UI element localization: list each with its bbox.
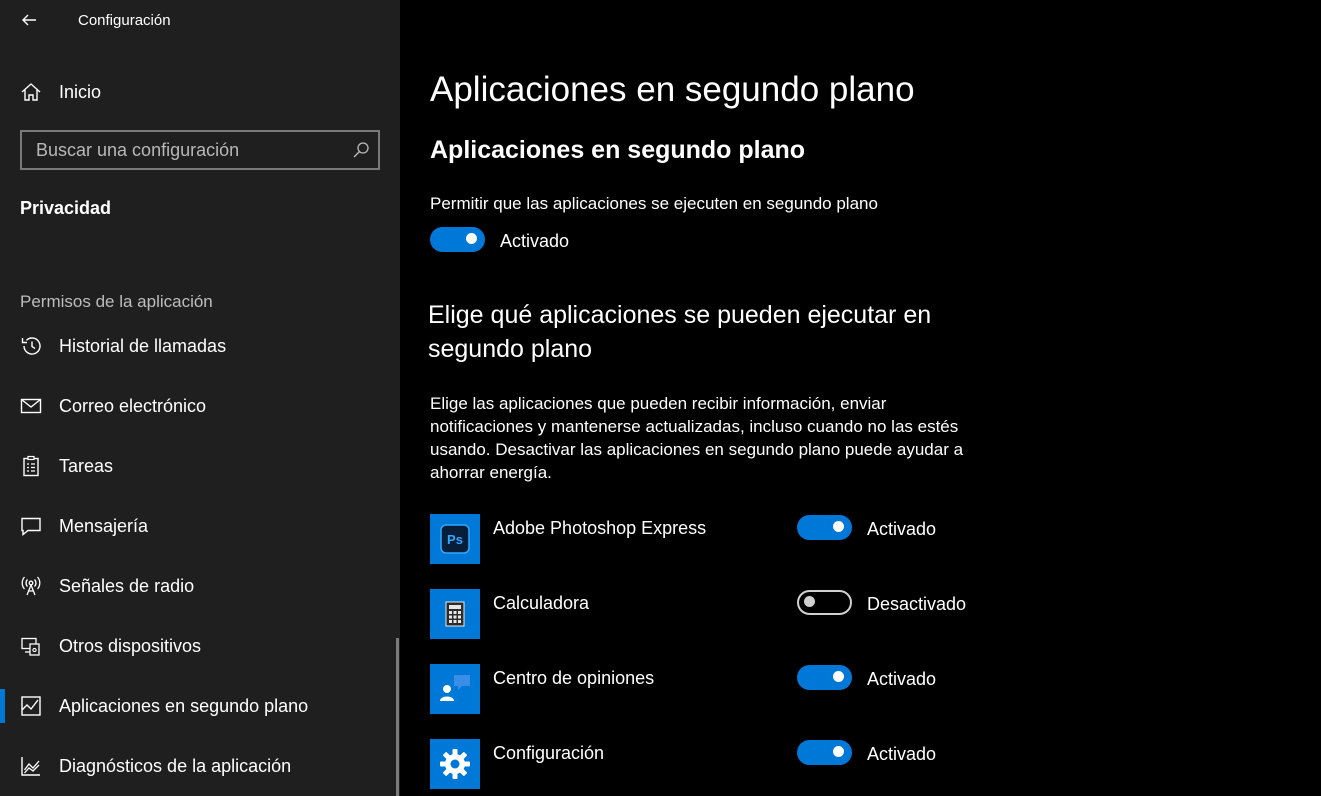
toggle-knob (833, 746, 844, 757)
calculator-icon (445, 601, 465, 627)
sidebar-item-call-history[interactable]: Historial de llamadas (0, 321, 396, 371)
window-title: Configuración (78, 12, 171, 29)
allow-background-state: Activado (500, 231, 570, 251)
sidebar-item-messaging[interactable]: Mensajería (0, 501, 396, 551)
app-tile: Ps (430, 514, 480, 564)
sidebar-item-tasks[interactable]: Tareas (0, 441, 396, 491)
app-tile (430, 739, 480, 789)
app-background-toggle[interactable] (797, 740, 852, 765)
back-arrow-icon (22, 14, 36, 26)
sidebar-item-email[interactable]: Correo electrónico (0, 381, 396, 431)
app-toggle-state: Activado (867, 744, 937, 764)
sidebar-item-label: Correo electrónico (59, 396, 207, 416)
search-input[interactable] (22, 132, 342, 168)
app-row: Calculadora Desactivado (430, 589, 990, 639)
app-row: Configuración Activado (430, 739, 990, 789)
home-icon (21, 83, 41, 101)
sidebar-item-background-apps[interactable]: Aplicaciones en segundo plano (0, 681, 396, 731)
app-name: Centro de opiniones (493, 668, 655, 688)
app-tile (430, 589, 480, 639)
search-icon[interactable] (352, 141, 370, 159)
sidebar-item-label: Aplicaciones en segundo plano (59, 696, 309, 716)
sidebar-item-label: Historial de llamadas (59, 336, 227, 356)
search-box (20, 130, 380, 170)
other-devices-icon (21, 637, 40, 656)
background-apps-icon (21, 696, 41, 716)
allow-background-label: Permitir que las aplicaciones se ejecute… (430, 194, 878, 213)
sidebar: Configuración Inicio Privacidad Permisos… (0, 0, 400, 796)
back-button[interactable] (14, 6, 44, 34)
sidebar-item-label: Señales de radio (59, 576, 195, 596)
call-history-icon (21, 337, 41, 355)
app-toggle-state: Activado (867, 669, 937, 689)
app-tile (430, 664, 480, 714)
photoshop-express-icon: Ps (440, 524, 470, 554)
allow-background-toggle[interactable] (430, 227, 485, 252)
sidebar-item-label: Mensajería (59, 516, 149, 536)
radio-signal-icon (21, 576, 41, 596)
section-subtitle: Aplicaciones en segundo plano (430, 136, 806, 164)
tasks-clipboard-icon (23, 455, 39, 477)
svg-text:Ps: Ps (447, 532, 463, 547)
app-background-toggle[interactable] (797, 665, 852, 690)
messaging-icon (21, 517, 41, 536)
sidebar-item-label: Diagnósticos de la aplicación (59, 756, 292, 776)
app-name: Calculadora (493, 593, 590, 613)
main-content: Aplicaciones en segundo plano Aplicacion… (400, 0, 1321, 796)
app-background-toggle[interactable] (797, 590, 852, 615)
app-name: Adobe Photoshop Express (493, 518, 707, 538)
diagnostics-icon (21, 757, 40, 776)
sidebar-item-label: Otros dispositivos (59, 636, 202, 656)
sidebar-item-label: Inicio (59, 82, 102, 102)
app-name: Configuración (493, 743, 605, 763)
sidebar-item-radios[interactable]: Señales de radio (0, 561, 396, 611)
choose-apps-description: Elige las aplicaciones que pueden recibi… (430, 394, 964, 482)
toggle-knob (833, 521, 844, 532)
sidebar-item-label: Tareas (59, 456, 114, 476)
sidebar-item-diagnostics[interactable]: Diagnósticos de la aplicación (0, 741, 396, 791)
app-row: Ps Adobe Photoshop Express Activado (430, 514, 990, 564)
app-toggle-state: Activado (867, 519, 937, 539)
mail-icon (20, 398, 42, 414)
page-title: Aplicaciones en segundo plano (430, 70, 915, 109)
settings-gear-icon (440, 749, 470, 779)
choose-apps-heading: Elige qué aplicaciones se pueden ejecuta… (428, 301, 932, 363)
group-header: Permisos de la aplicación (20, 292, 213, 311)
sidebar-item-other-devices[interactable]: Otros dispositivos (0, 621, 396, 671)
toggle-knob (466, 233, 477, 244)
title-bar: Configuración (0, 0, 400, 40)
toggle-knob (804, 596, 815, 607)
toggle-knob (833, 671, 844, 682)
app-background-toggle[interactable] (797, 515, 852, 540)
section-title: Privacidad (20, 198, 112, 218)
sidebar-item-home[interactable]: Inicio (0, 74, 400, 110)
sidebar-scrollbar[interactable] (396, 638, 399, 796)
feedback-hub-icon (440, 675, 470, 701)
app-toggle-state: Desactivado (867, 594, 967, 614)
app-row: Centro de opiniones Activado (430, 664, 990, 714)
settings-window: Configuración Inicio Privacidad Permisos… (0, 0, 1321, 796)
